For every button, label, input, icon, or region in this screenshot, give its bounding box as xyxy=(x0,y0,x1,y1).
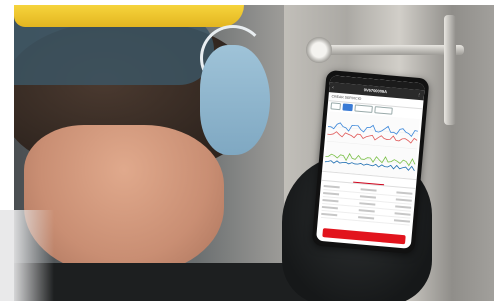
chart-svg xyxy=(324,111,420,179)
hard-hat xyxy=(14,5,244,27)
face-mask xyxy=(200,45,270,155)
date-range-selector[interactable] xyxy=(354,104,373,113)
pressure-gauge xyxy=(306,37,332,63)
data-table xyxy=(318,181,416,228)
left-margin-fade xyxy=(14,210,54,301)
date-range-selector[interactable] xyxy=(374,106,393,115)
phone-screen: ‹ 0V6700009A ⋮ CREAR SERVICIO xyxy=(315,75,426,249)
primary-action-button[interactable] xyxy=(322,228,406,245)
status-icons xyxy=(420,83,421,90)
telemetry-chart xyxy=(322,111,422,179)
smartphone: ‹ 0V6700009A ⋮ CREAR SERVICIO xyxy=(311,69,430,255)
share-icon[interactable]: ⋮ xyxy=(417,90,422,100)
photo-scene: ‹ 0V6700009A ⋮ CREAR SERVICIO xyxy=(0,0,500,301)
left-margin-fade xyxy=(0,210,14,301)
industrial-background-photo: ‹ 0V6700009A ⋮ CREAR SERVICIO xyxy=(14,5,494,301)
pipe xyxy=(314,45,464,55)
pipe xyxy=(444,15,456,125)
chart-toggle[interactable] xyxy=(330,102,342,111)
status-time xyxy=(334,76,335,83)
worker xyxy=(14,5,334,301)
worker-neck xyxy=(24,125,224,275)
chart-toggle[interactable] xyxy=(342,103,353,112)
